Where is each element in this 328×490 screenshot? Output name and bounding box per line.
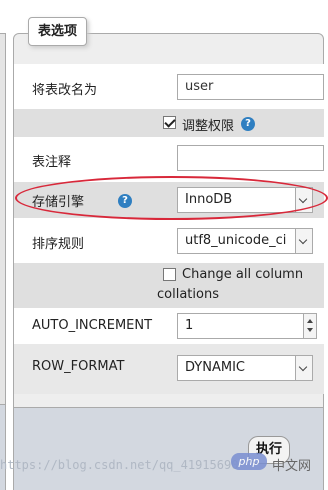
row-format-label: ROW_FORMAT (32, 359, 125, 374)
rename-input[interactable]: user (177, 74, 324, 100)
chevron-down-icon (295, 229, 312, 253)
left-panel-edge (0, 33, 6, 405)
arrow-down-icon (307, 328, 313, 332)
help-icon[interactable]: ? (241, 117, 255, 131)
row-adjust-privileges: 调整权限 ? (14, 109, 324, 137)
comment-label: 表注释 (32, 155, 72, 170)
change-all-collations-label-line2: collations (157, 287, 219, 302)
number-spinner[interactable] (303, 314, 316, 338)
row-row-format: ROW_FORMAT DYNAMIC (14, 344, 324, 394)
collation-label: 排序规则 (32, 237, 85, 252)
adjust-privileges-label: 调整权限 (182, 119, 235, 134)
adjust-privileges-checkbox[interactable] (163, 116, 176, 129)
change-all-collations-label-line1: Change all column (182, 267, 304, 282)
rename-label: 将表改名为 (32, 83, 98, 98)
auto-increment-value: 1 (185, 318, 194, 333)
change-all-collations-checkbox[interactable] (163, 268, 176, 281)
row-rename: 将表改名为 user (14, 64, 324, 109)
left-panel-footer-edge (0, 405, 6, 490)
auto-increment-label: AUTO_INCREMENT (32, 318, 153, 333)
panel-legend: 表选项 (28, 17, 88, 46)
collation-value: utf8_unicode_ci (185, 233, 287, 248)
arrow-up-icon (307, 319, 313, 323)
highlight-ellipse (15, 176, 328, 220)
watermark-logo: php (231, 453, 267, 470)
row-format-select[interactable]: DYNAMIC (177, 355, 313, 381)
row-change-all-collations: Change all column collations (14, 263, 324, 308)
collation-select[interactable]: utf8_unicode_ci (177, 228, 313, 254)
comment-input[interactable] (177, 145, 324, 171)
watermark-url: https://blog.csdn.net/qq_41915690 (0, 458, 239, 472)
row-collation: 排序规则 utf8_unicode_ci (14, 218, 324, 263)
row-auto-increment: AUTO_INCREMENT 1 (14, 308, 324, 344)
chevron-down-icon (295, 356, 312, 380)
row-format-value: DYNAMIC (185, 360, 245, 375)
watermark-cn: 中文网 (272, 459, 312, 474)
auto-increment-input[interactable]: 1 (177, 313, 317, 339)
